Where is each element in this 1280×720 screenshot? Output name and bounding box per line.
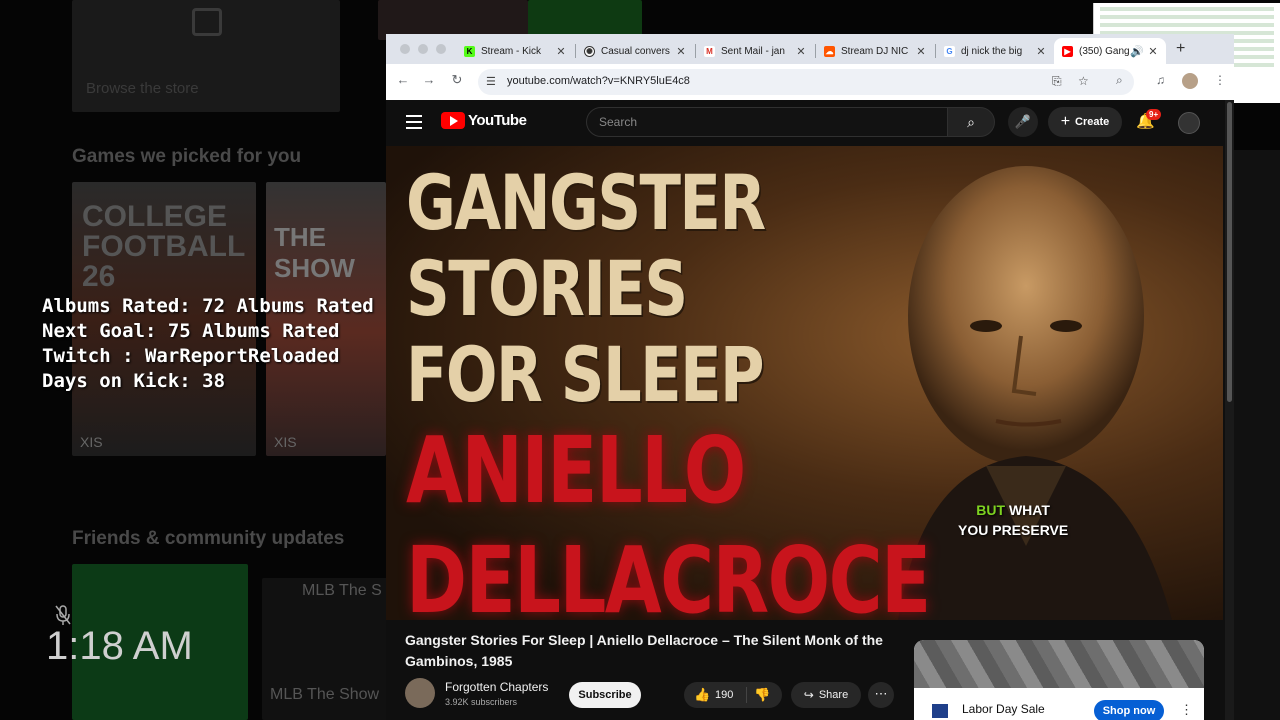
advertiser-logo-icon xyxy=(932,704,948,718)
chatgpt-icon: ✺ xyxy=(584,45,595,57)
ad-title: Labor Day Sale xyxy=(962,702,1045,716)
install-app-icon[interactable]: ⎘ xyxy=(1052,74,1062,89)
tab-chatgpt[interactable]: ✺ Casual convers ✕ xyxy=(576,38,694,64)
albums-rated-line: Albums Rated: 72 Albums Rated xyxy=(42,295,374,317)
game1-title: COLLEGE FOOTBALL 26 xyxy=(82,200,245,293)
days-on-kick-line: Days on Kick: 38 xyxy=(42,370,226,392)
friends-heading: Friends & community updates xyxy=(72,528,345,549)
close-icon[interactable]: ✕ xyxy=(914,45,928,58)
account-avatar[interactable] xyxy=(1178,112,1200,134)
mic-muted-icon xyxy=(55,605,71,625)
youtube-header: YouTube ⌕ 🎤 + Create 🔔 9+ xyxy=(386,100,1234,146)
game1-tag: XIS xyxy=(80,434,103,450)
share-arrow-icon: ↪ xyxy=(803,688,814,702)
video-title: Gangster Stories For Sleep | Aniello Del… xyxy=(405,632,883,669)
game2-title: THE SHOW xyxy=(274,222,355,283)
youtube-page: YouTube ⌕ 🎤 + Create 🔔 9+ xyxy=(386,100,1234,720)
close-window-button[interactable] xyxy=(400,44,410,54)
media-control-icon[interactable]: ♫ xyxy=(1156,73,1165,87)
tab-google[interactable]: G dj nick the big ✕ xyxy=(936,38,1054,64)
tab-soundcloud[interactable]: ☁ Stream DJ NIC ✕ xyxy=(816,38,934,64)
tab-gmail[interactable]: M Sent Mail - jan ✕ xyxy=(696,38,814,64)
ad-more-icon[interactable]: ⋮ xyxy=(1180,702,1193,718)
profile-avatar[interactable] xyxy=(1182,73,1198,89)
browser-menu-icon[interactable]: ⋮ xyxy=(1214,73,1226,87)
forward-arrow-icon[interactable]: → xyxy=(420,72,438,90)
thumbs-down-icon[interactable]: 👎 xyxy=(754,687,770,703)
thumbnail-name: ANIELLO DELLACROCE xyxy=(406,417,931,620)
soundcloud-icon: ☁ xyxy=(824,45,835,57)
voice-search-icon[interactable]: 🎤 xyxy=(1008,107,1038,137)
mlb-label-top: MLB The S xyxy=(302,582,382,599)
reload-icon[interactable]: ↻ xyxy=(448,72,466,90)
channel-avatar[interactable] xyxy=(405,678,435,708)
lens-icon[interactable]: ⌕ xyxy=(1116,73,1123,88)
system-clock: 1:18 AM xyxy=(46,624,193,668)
tab-kick[interactable]: K Stream - Kick ✕ xyxy=(456,38,574,64)
site-info-icon[interactable]: ☰ xyxy=(486,75,500,89)
close-icon[interactable]: ✕ xyxy=(1146,45,1160,58)
video-player[interactable]: GANGSTER STORIES FOR SLEEP ANIELLO DELLA… xyxy=(386,146,1223,620)
search-field[interactable] xyxy=(586,107,948,137)
new-tab-button[interactable]: + xyxy=(1176,40,1185,58)
plus-icon: + xyxy=(1060,113,1071,130)
gmail-icon: M xyxy=(704,45,715,57)
bookmark-star-icon[interactable]: ☆ xyxy=(1078,74,1089,88)
notification-badge: 9+ xyxy=(1146,109,1162,120)
like-count: 190 xyxy=(715,689,734,701)
ad-banner-image xyxy=(914,640,1204,688)
shop-now-button[interactable]: Shop now xyxy=(1094,700,1164,720)
like-dislike-group: 👍 190 👎 xyxy=(684,682,782,708)
background-dark-panel xyxy=(1234,150,1280,720)
audio-playing-icon[interactable]: 🔊 xyxy=(1130,45,1144,58)
channel-name[interactable]: Forgotten Chapters xyxy=(445,680,548,694)
youtube-play-icon xyxy=(441,112,465,129)
youtube-icon: ▶ xyxy=(1062,45,1073,57)
search-icon[interactable]: ⌕ xyxy=(947,107,995,137)
search-input[interactable] xyxy=(587,108,947,136)
mlb-tile[interactable]: MLB The S MLB The Show xyxy=(262,578,392,720)
kick-icon: K xyxy=(464,45,475,57)
address-bar[interactable]: ☰ youtube.com/watch?v=KNRY5luE4c8 ⎘ ☆ xyxy=(478,69,1134,95)
back-arrow-icon[interactable]: ← xyxy=(394,72,412,90)
subscribe-button[interactable]: Subscribe xyxy=(569,682,641,708)
tab-strip: K Stream - Kick ✕ ✺ Casual convers ✕ M S… xyxy=(386,34,1234,64)
more-actions-icon[interactable]: ⋯ xyxy=(868,682,894,708)
mlb-label-bottom: MLB The Show xyxy=(270,686,380,703)
scrollbar-thumb[interactable] xyxy=(1227,102,1232,402)
twitch-line: Twitch : WarReportReloaded xyxy=(42,345,340,367)
minimize-window-button[interactable] xyxy=(418,44,428,54)
browser-window: K Stream - Kick ✕ ✺ Casual convers ✕ M S… xyxy=(386,34,1234,720)
close-icon[interactable]: ✕ xyxy=(674,45,688,58)
browse-store-tile[interactable]: Browse the store xyxy=(72,0,340,112)
close-icon[interactable]: ✕ xyxy=(1034,45,1048,58)
screen: Browse the store Games we picked for you… xyxy=(0,0,1280,720)
store-icon xyxy=(192,8,222,36)
youtube-logo[interactable]: YouTube xyxy=(441,112,527,129)
stream-overlay-stats: Albums Rated: 72 Albums Rated Next Goal:… xyxy=(42,294,374,394)
subscriber-count: 3.92K subscribers xyxy=(445,697,518,707)
share-button[interactable]: ↪ Share xyxy=(791,682,861,708)
create-button[interactable]: + Create xyxy=(1048,107,1122,137)
video-caption: BUT WHAT YOU PRESERVE xyxy=(958,502,1069,538)
menu-icon[interactable] xyxy=(406,115,422,129)
thumbnail-title: GANGSTER STORIES FOR SLEEP xyxy=(406,158,766,419)
next-goal-line: Next Goal: 75 Albums Rated xyxy=(42,320,340,342)
store-label: Browse the store xyxy=(86,80,199,97)
url-text: youtube.com/watch?v=KNRY5luE4c8 xyxy=(507,75,690,87)
thumbs-up-icon[interactable]: 👍 xyxy=(694,687,710,703)
sponsored-ad-card[interactable]: Labor Day Sale Shop now ⋮ xyxy=(914,640,1204,720)
maximize-window-button[interactable] xyxy=(436,44,446,54)
close-icon[interactable]: ✕ xyxy=(554,45,568,58)
close-icon[interactable]: ✕ xyxy=(794,45,808,58)
tab-youtube-active[interactable]: ▶ (350) Gang 🔊 ✕ xyxy=(1054,38,1166,64)
google-icon: G xyxy=(944,45,955,57)
browser-toolbar: ← → ↻ ☰ youtube.com/watch?v=KNRY5luE4c8 … xyxy=(386,64,1234,100)
games-heading: Games we picked for you xyxy=(72,146,302,167)
game2-tag: XIS xyxy=(274,434,297,450)
